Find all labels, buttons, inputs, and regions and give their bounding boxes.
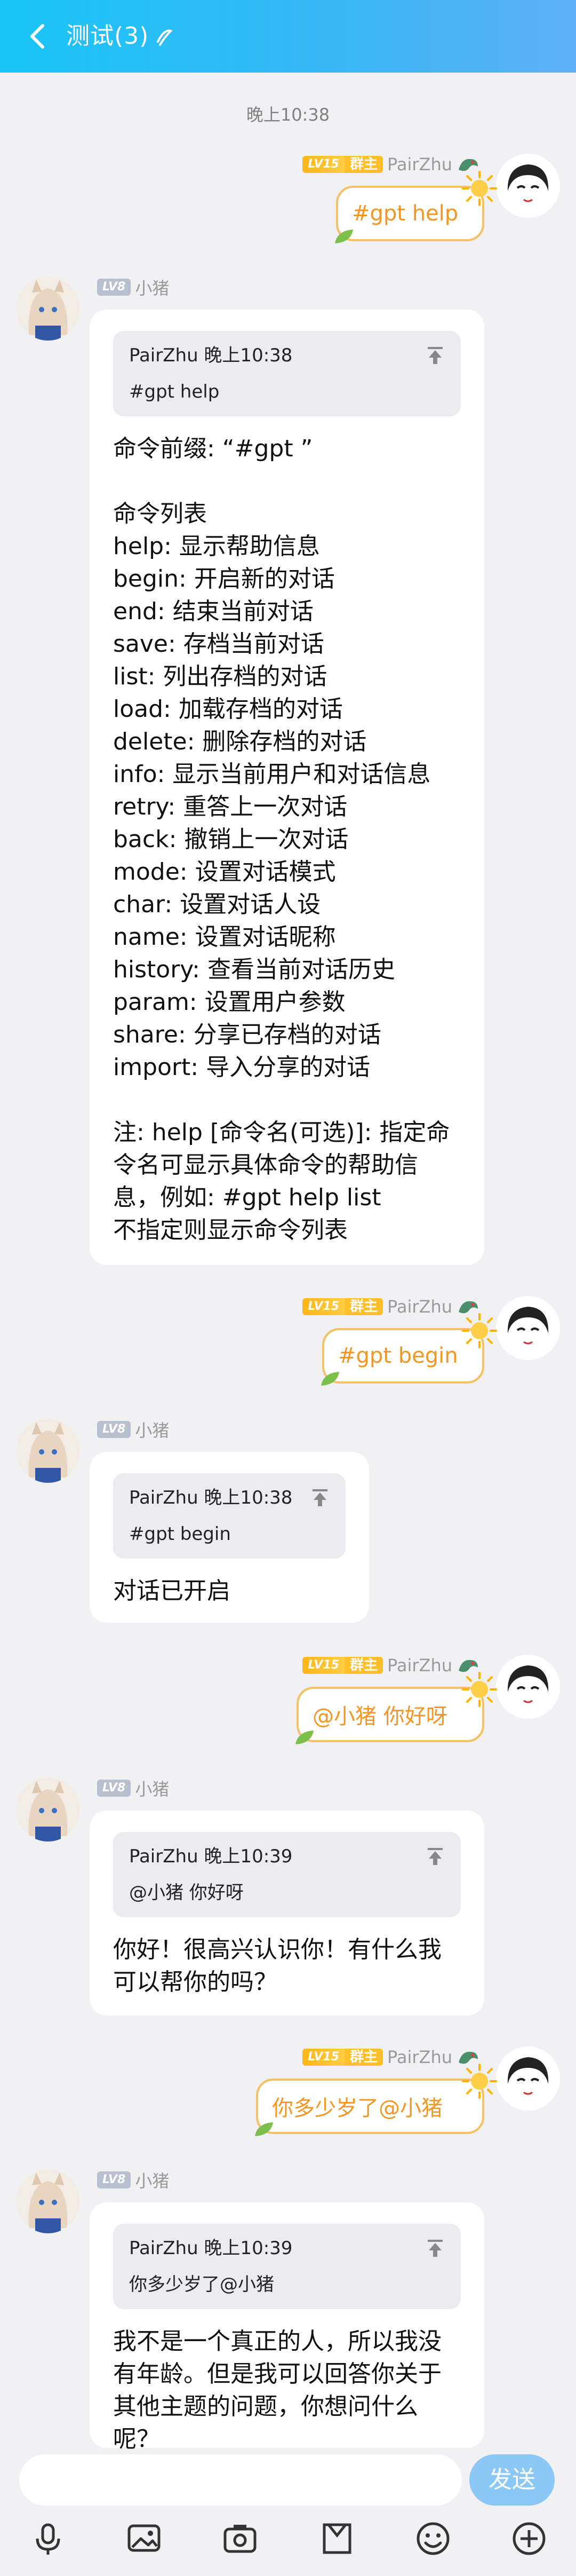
sun-decoration-icon [462,1313,497,1348]
level-badge: LV8 [97,1780,131,1797]
jump-to-top-icon[interactable] [309,1487,331,1508]
message-text: 你好！很高兴认识你！有什么我可以帮你的吗？ [113,1936,442,1996]
mic-icon[interactable] [29,2519,67,2558]
role-badge: 群主 [344,1657,383,1674]
bot-avatar[interactable] [16,2169,80,2233]
level-badge: LV15 [302,156,345,173]
level-badge: LV15 [302,2049,345,2066]
jump-to-top-icon[interactable] [425,2238,446,2259]
bot-avatar[interactable] [16,1419,80,1483]
message-input[interactable] [19,2454,462,2506]
level-badge: LV8 [97,279,131,296]
bot-message-bubble[interactable]: PairZhu 晚上10:39 @小猪 你好呀 你好！很高兴认识你！有什么我可以… [90,1811,484,2016]
image-icon[interactable] [125,2519,163,2558]
user-avatar[interactable] [496,154,560,218]
message-text: 命令前缀: “#gpt ” 命令列表 help: 显示帮助信息 begin: 开… [113,435,450,1244]
sun-decoration-icon [462,171,497,206]
quoted-message[interactable]: PairZhu 晚上10:39 @小猪 你好呀 [113,1832,461,1917]
plus-icon[interactable] [510,2519,548,2558]
sender-meta: LV8 小猪 [97,2169,169,2191]
timestamp: 晚上10:38 [246,105,330,125]
sender-name[interactable]: PairZhu [387,2047,452,2067]
quote-header: PairZhu 晚上10:38 [129,1487,293,1508]
input-toolbar [0,2519,576,2576]
sender-name[interactable]: 小猪 [135,1776,169,1800]
message-text: 你多少岁了@小猪 [272,2096,443,2121]
quote-text: #gpt help [129,381,220,402]
quoted-message[interactable]: PairZhu 晚上10:38 #gpt begin [113,1473,346,1559]
message-text: 对话已开启 [113,1577,230,1605]
message-text: #gpt begin [338,1344,458,1368]
quote-header: PairZhu 晚上10:38 [129,345,293,366]
sender-meta: LV15 群主 PairZhu [302,2046,480,2068]
input-bar: 发送 [0,2454,576,2506]
sender-name[interactable]: PairZhu [387,1297,452,1317]
level-badge: LV8 [97,2171,131,2188]
sender-name[interactable]: PairZhu [387,154,452,175]
user-message-bubble[interactable]: 你多少岁了@小猪 [255,2064,497,2136]
sender-meta: LV15 群主 PairZhu [302,154,480,175]
quoted-message[interactable]: PairZhu 晚上10:38 #gpt help [113,331,461,416]
chat-title[interactable]: 测试(3) [66,19,149,53]
quote-text: @小猪 你好呀 [129,1882,244,1903]
back-arrow-icon[interactable] [21,19,55,53]
bot-avatar[interactable] [16,1777,80,1842]
jump-to-top-icon[interactable] [425,1846,446,1867]
sender-name[interactable]: 小猪 [135,2168,169,2192]
role-badge: 群主 [344,1298,383,1315]
quote-header: PairZhu 晚上10:39 [129,2238,293,2259]
sender-meta: LV15 群主 PairZhu [302,1296,480,1317]
bot-message-bubble[interactable]: PairZhu 晚上10:38 #gpt help 命令前缀: “#gpt ” … [90,310,484,1265]
sun-decoration-icon [462,1672,497,1707]
sender-meta: LV8 小猪 [97,276,169,298]
leaf-decoration-icon [335,230,353,243]
level-badge: LV15 [302,1657,345,1674]
bot-avatar[interactable] [16,276,80,341]
user-avatar[interactable] [496,2046,560,2111]
sender-meta: LV8 小猪 [97,1777,169,1799]
leaf-decoration-icon [321,1372,339,1386]
sender-meta: LV8 小猪 [97,1417,169,1442]
mute-icon [157,29,173,46]
sun-decoration-icon [462,2064,497,2099]
level-badge: LV15 [302,1298,345,1315]
emoji-icon[interactable] [414,2519,452,2558]
bot-message-bubble[interactable]: PairZhu 晚上10:39 你多少岁了@小猪 我不是一个真正的人，所以我没有… [90,2202,484,2453]
user-avatar[interactable] [496,1655,560,1719]
chat-header: 测试(3) [0,0,576,73]
role-badge: 群主 [344,156,383,173]
file-icon[interactable] [318,2519,356,2558]
message-text: #gpt help [352,201,459,226]
leaf-decoration-icon [255,2122,273,2136]
user-message-bubble[interactable]: @小猪 你好呀 [295,1672,497,1744]
camera-icon[interactable] [221,2519,259,2558]
quoted-message[interactable]: PairZhu 晚上10:39 你多少岁了@小猪 [113,2224,461,2309]
bot-message-bubble[interactable]: PairZhu 晚上10:38 #gpt begin 对话已开启 [90,1452,369,1623]
sender-name[interactable]: 小猪 [135,1417,169,1442]
level-badge: LV8 [97,1421,131,1438]
message-text: 我不是一个真正的人，所以我没有年龄。但是我可以回答你关于其他主题的问题，你想问什… [113,2328,442,2453]
sender-name[interactable]: PairZhu [387,1655,452,1676]
user-message-bubble[interactable]: #gpt begin [321,1313,497,1386]
sender-meta: LV15 群主 PairZhu [302,1655,480,1676]
send-button[interactable]: 发送 [469,2454,555,2506]
message-text: @小猪 你好呀 [313,1704,447,1729]
quote-text: #gpt begin [129,1523,231,1545]
leaf-decoration-icon [295,1730,314,1744]
quote-text: 你多少岁了@小猪 [129,2274,274,2295]
user-message-bubble[interactable]: #gpt help [335,171,497,243]
quote-header: PairZhu 晚上10:39 [129,1846,293,1867]
user-avatar[interactable] [496,1296,560,1360]
role-badge: 群主 [344,2049,383,2066]
sender-name[interactable]: 小猪 [135,275,169,299]
jump-to-top-icon[interactable] [425,345,446,366]
